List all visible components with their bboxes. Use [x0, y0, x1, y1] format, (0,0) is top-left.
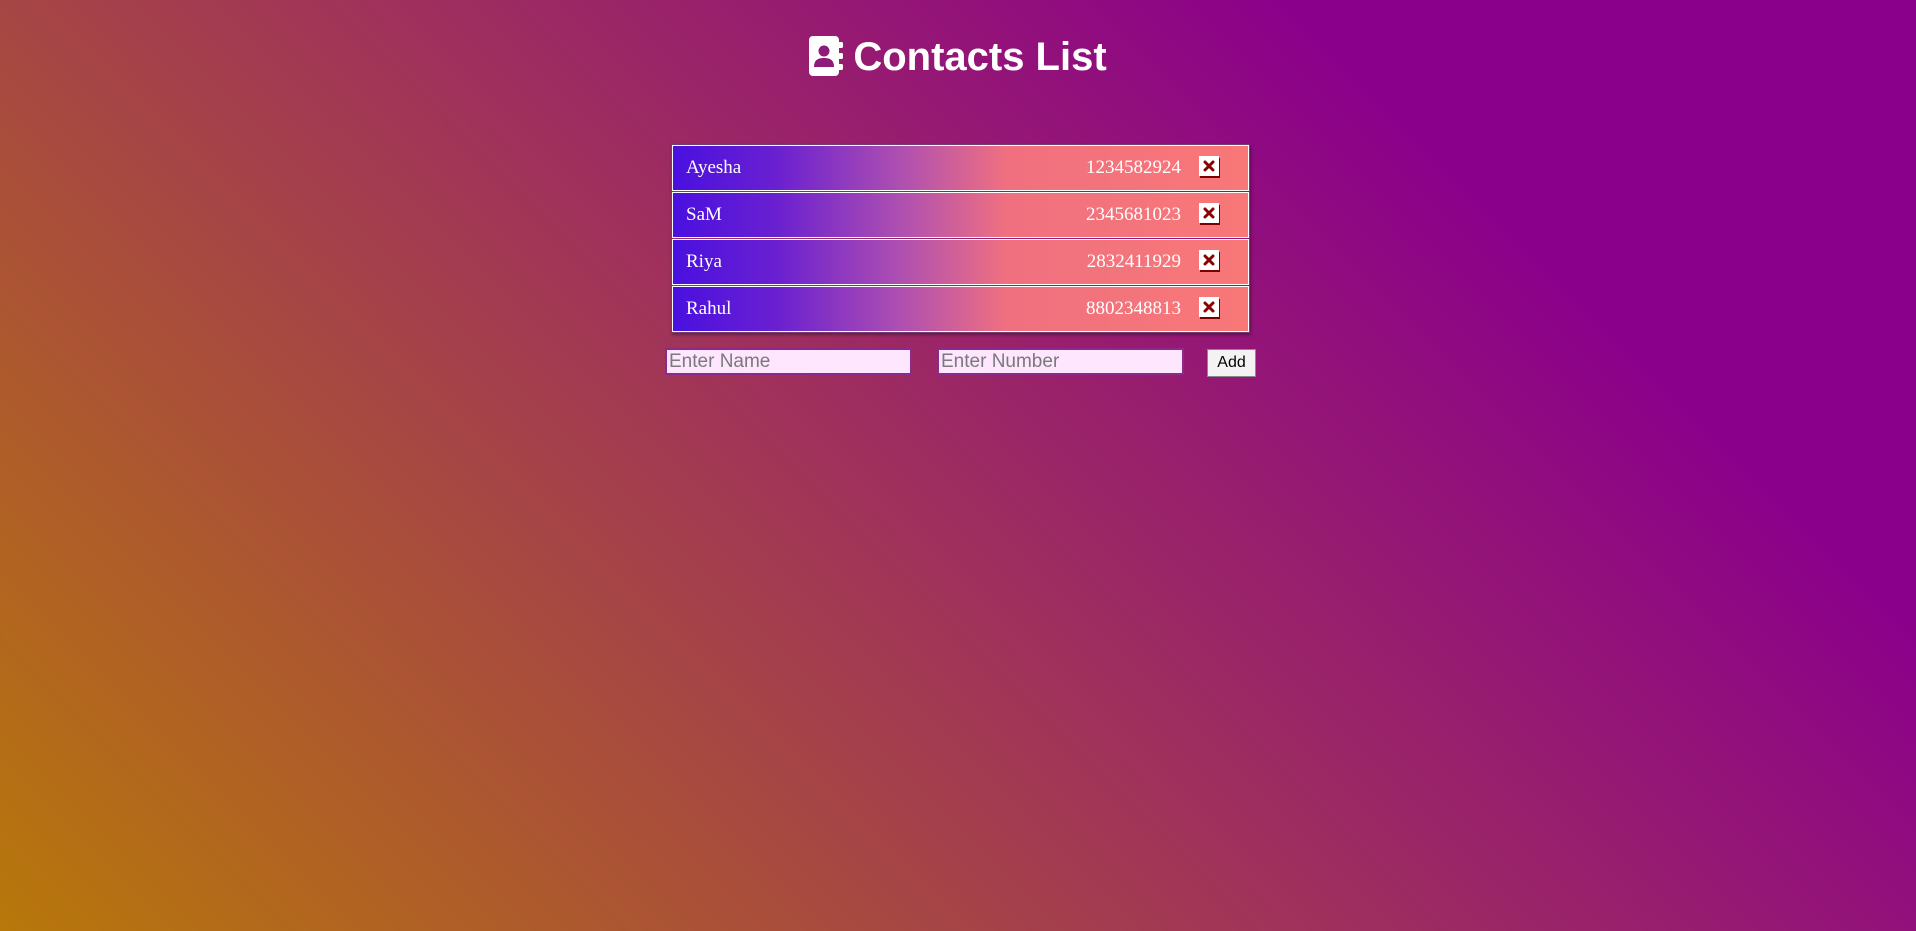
contact-number: 8802348813 — [1086, 298, 1181, 319]
contact-number: 2345681023 — [1086, 204, 1181, 225]
contact-name: SaM — [686, 204, 722, 225]
name-input[interactable] — [665, 348, 912, 375]
delete-contact-button[interactable] — [1199, 250, 1219, 270]
contact-name: Riya — [686, 251, 722, 272]
add-contact-button[interactable]: Add — [1207, 349, 1256, 377]
contacts-table: Ayesha 1234582924 SaM 2345681023 Riya 28… — [671, 144, 1250, 333]
contact-row: SaM 2345681023 — [672, 192, 1249, 238]
address-book-icon — [809, 36, 844, 87]
contact-row: Ayesha 1234582924 — [672, 145, 1249, 191]
page-header: Contacts List — [0, 33, 1916, 87]
delete-contact-button[interactable] — [1199, 203, 1219, 223]
contact-number: 1234582924 — [1086, 157, 1181, 178]
contact-row: Rahul 8802348813 — [672, 286, 1249, 332]
contact-row: Riya 2832411929 — [672, 239, 1249, 285]
close-square-icon — [1203, 254, 1215, 266]
delete-contact-button[interactable] — [1199, 297, 1219, 317]
delete-contact-button[interactable] — [1199, 156, 1219, 176]
close-square-icon — [1203, 301, 1215, 313]
number-input[interactable] — [937, 348, 1184, 375]
close-square-icon — [1203, 160, 1215, 172]
contact-number: 2832411929 — [1086, 251, 1181, 272]
contact-name: Ayesha — [686, 157, 742, 178]
page-title: Contacts List — [853, 35, 1107, 79]
contact-name: Rahul — [686, 298, 732, 319]
close-square-icon — [1203, 207, 1215, 219]
